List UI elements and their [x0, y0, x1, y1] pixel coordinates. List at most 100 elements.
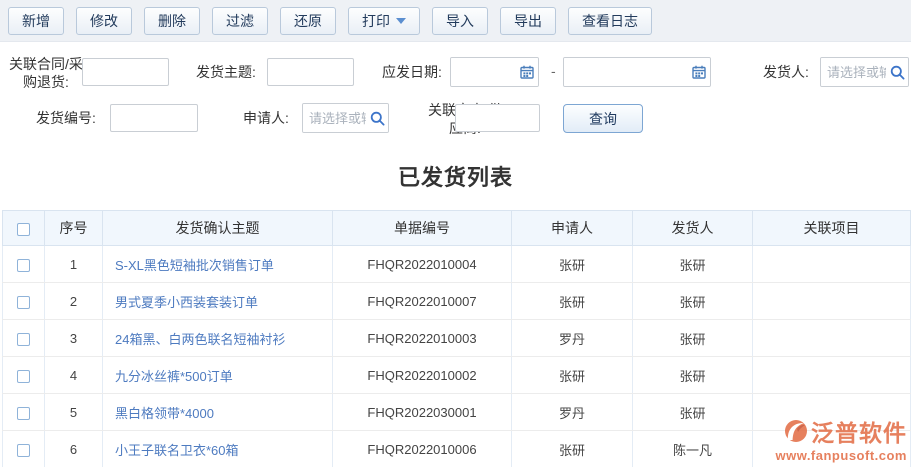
ship-subject-input[interactable] [267, 58, 354, 86]
row-checkbox[interactable] [17, 444, 30, 457]
row-project [753, 431, 911, 467]
search-icon[interactable] [886, 58, 908, 86]
row-checkbox[interactable] [17, 259, 30, 272]
row-project [753, 394, 911, 431]
row-subject-cell: S-XL黑色短袖批次销售订单 [103, 246, 333, 283]
row-applicant: 罗丹 [512, 320, 633, 357]
row-applicant: 张研 [512, 431, 633, 467]
col-header-project: 关联项目 [753, 211, 911, 246]
applicant-field [302, 103, 389, 133]
shipper-field [820, 57, 909, 87]
print-button-label: 打印 [362, 11, 390, 31]
edit-button[interactable]: 修改 [76, 7, 132, 35]
query-button[interactable]: 查询 [563, 104, 643, 133]
col-header-subject: 发货确认主题 [103, 211, 333, 246]
row-no: 3 [45, 320, 103, 357]
calendar-icon[interactable] [688, 58, 710, 86]
row-select-cell [3, 431, 45, 467]
due-date-start-input[interactable] [451, 58, 516, 86]
row-checkbox[interactable] [17, 296, 30, 309]
subject-link[interactable]: 小王子联名卫衣*60箱 [115, 443, 239, 458]
subject-link[interactable]: 男式夏季小西装套装订单 [115, 295, 258, 310]
row-project [753, 320, 911, 357]
related-contract-input[interactable] [82, 58, 169, 86]
search-icon[interactable] [366, 104, 388, 132]
row-subject-cell: 24箱黑、白两色联名短袖衬衫 [103, 320, 333, 357]
row-no: 1 [45, 246, 103, 283]
table-row: 5 黑白格领带*4000 FHQR2022030001 罗丹 张研 [3, 394, 911, 431]
row-checkbox[interactable] [17, 407, 30, 420]
row-checkbox[interactable] [17, 333, 30, 346]
table-header-row: 序号 发货确认主题 单据编号 申请人 发货人 关联项目 [3, 211, 911, 246]
shipped-list-page: 新增 修改 删除 过滤 还原 打印 导入 导出 查看日志 关联合同/采购退货: … [0, 0, 911, 467]
col-header-no: 序号 [45, 211, 103, 246]
row-subject-cell: 小王子联名卫衣*60箱 [103, 431, 333, 467]
row-select-cell [3, 394, 45, 431]
select-all-checkbox[interactable] [17, 223, 30, 236]
row-shipper: 张研 [633, 283, 753, 320]
ship-no-input[interactable] [110, 104, 198, 132]
delete-button[interactable]: 删除 [144, 7, 200, 35]
row-code: FHQR2022010002 [333, 357, 512, 394]
shipped-table: 序号 发货确认主题 单据编号 申请人 发货人 关联项目 1 S-XL黑色短袖批次… [2, 210, 911, 467]
page-title: 已发货列表 [0, 160, 911, 192]
row-select-cell [3, 357, 45, 394]
row-applicant: 张研 [512, 283, 633, 320]
chevron-down-icon [396, 18, 406, 24]
view-log-button[interactable]: 查看日志 [568, 7, 652, 35]
select-all-cell [3, 211, 45, 246]
due-date-start-field [450, 57, 539, 87]
row-checkbox[interactable] [17, 370, 30, 383]
row-subject-cell: 男式夏季小西装套装订单 [103, 283, 333, 320]
due-date-label: 应发日期: [382, 62, 442, 82]
export-button[interactable]: 导出 [500, 7, 556, 35]
filter-button[interactable]: 过滤 [212, 7, 268, 35]
table-row: 2 男式夏季小西装套装订单 FHQR2022010007 张研 张研 [3, 283, 911, 320]
col-header-code: 单据编号 [333, 211, 512, 246]
subject-link[interactable]: 九分冰丝裤*500订单 [115, 369, 233, 384]
row-code: FHQR2022010006 [333, 431, 512, 467]
row-applicant: 罗丹 [512, 394, 633, 431]
due-date-end-field [563, 57, 711, 87]
row-project [753, 357, 911, 394]
restore-button[interactable]: 还原 [280, 7, 336, 35]
row-no: 6 [45, 431, 103, 467]
ship-no-label: 发货编号: [36, 108, 96, 128]
toolbar: 新增 修改 删除 过滤 还原 打印 导入 导出 查看日志 [0, 0, 911, 42]
add-button[interactable]: 新增 [8, 7, 64, 35]
table-row: 6 小王子联名卫衣*60箱 FHQR2022010006 张研 陈一凡 [3, 431, 911, 467]
row-shipper: 张研 [633, 320, 753, 357]
applicant-input[interactable] [303, 104, 366, 132]
row-project [753, 246, 911, 283]
row-no: 5 [45, 394, 103, 431]
row-code: FHQR2022010007 [333, 283, 512, 320]
date-range-separator: - [551, 63, 556, 79]
row-select-cell [3, 246, 45, 283]
table-row: 3 24箱黑、白两色联名短袖衬衫 FHQR2022010003 罗丹 张研 [3, 320, 911, 357]
row-applicant: 张研 [512, 357, 633, 394]
due-date-end-input[interactable] [564, 58, 688, 86]
row-code: FHQR2022010004 [333, 246, 512, 283]
print-button[interactable]: 打印 [348, 7, 420, 35]
related-contract-label: 关联合同/采购退货: [8, 55, 84, 91]
subject-link[interactable]: 24箱黑、白两色联名短袖衬衫 [115, 332, 285, 347]
col-header-shipper: 发货人 [633, 211, 753, 246]
row-shipper: 陈一凡 [633, 431, 753, 467]
row-subject-cell: 九分冰丝裤*500订单 [103, 357, 333, 394]
row-select-cell [3, 283, 45, 320]
subject-link[interactable]: 黑白格领带*4000 [115, 406, 214, 421]
calendar-icon[interactable] [516, 58, 538, 86]
table-row: 4 九分冰丝裤*500订单 FHQR2022010002 张研 张研 [3, 357, 911, 394]
row-select-cell [3, 320, 45, 357]
applicant-label: 申请人: [243, 108, 289, 128]
related-customer-input[interactable] [455, 104, 540, 132]
row-applicant: 张研 [512, 246, 633, 283]
shipper-input[interactable] [821, 58, 886, 86]
row-shipper: 张研 [633, 357, 753, 394]
shipper-label: 发货人: [763, 62, 809, 82]
row-subject-cell: 黑白格领带*4000 [103, 394, 333, 431]
row-no: 4 [45, 357, 103, 394]
import-button[interactable]: 导入 [432, 7, 488, 35]
subject-link[interactable]: S-XL黑色短袖批次销售订单 [115, 258, 274, 273]
row-shipper: 张研 [633, 246, 753, 283]
